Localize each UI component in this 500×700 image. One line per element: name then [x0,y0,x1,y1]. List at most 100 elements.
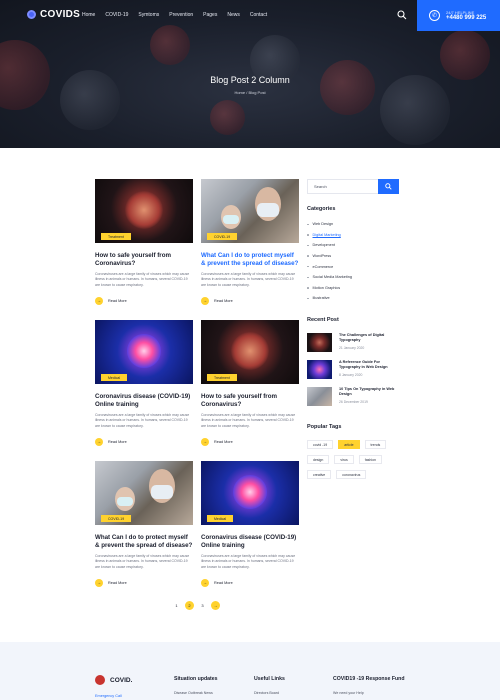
recent-post-item[interactable]: 10 Tips On Typography in Web Design 26 D… [307,387,399,406]
post-excerpt: Coronaviruses are a large family of viru… [95,272,190,287]
virus-decoration [210,100,245,135]
post-image[interactable]: Medical [95,320,193,384]
read-more-link[interactable]: → Read More [95,437,193,446]
site-footer [0,642,500,700]
search-input[interactable]: Search [314,184,327,189]
tag-item[interactable]: trends [364,440,387,449]
post-excerpt: Coronaviruses are a large family of viru… [95,413,190,428]
arrow-right-icon: → [95,578,103,587]
read-more-label: Read More [214,439,233,444]
tag-cloud: covid -19 article trends design virus fa… [307,440,399,479]
recent-post-thumbnail[interactable] [307,360,332,379]
popular-tags-heading: Popular Tags [307,424,342,430]
footer-link[interactable]: Disease Outbreak News [174,691,213,695]
category-item[interactable]: eCommerce [307,261,399,272]
logo-icon [27,10,36,19]
blog-post-card: Medical Coronavirus disease (COVID-19) O… [201,461,299,587]
tag-item[interactable]: creative [307,470,332,479]
read-more-link[interactable]: → Read More [201,437,299,446]
recent-post-heading: Recent Post [307,317,339,323]
blog-post-card: Treatment How to safe yourself from Coro… [95,179,193,305]
tag-item[interactable]: covid -19 [307,440,334,449]
recent-post-title[interactable]: 10 Tips On Typography in Web Design [339,387,399,397]
recent-post-title[interactable]: The Challenges of Digital Typography [339,333,399,343]
footer-link[interactable]: Directors Board [254,691,279,695]
nav-item-symtoms[interactable]: Symtoms [138,12,159,18]
page-1-button[interactable]: 1 [172,601,181,610]
emergency-call-link[interactable]: Emergency Call [95,694,122,698]
post-category-badge[interactable]: Treatment [101,233,131,240]
category-list: Web Design Digital Marketing Development… [307,219,399,304]
category-item[interactable]: Development [307,240,399,251]
helpline-box[interactable]: ✆ 24/7 HELPLINE +4480 999 225 [417,0,500,31]
main-nav: Home COVID-19 Symtoms Prevention Pages N… [82,12,267,18]
sidebar-search[interactable]: Search [307,179,399,194]
post-title[interactable]: How to safe yourself from Coronavirus? [201,393,299,409]
read-more-link[interactable]: → Read More [201,578,299,587]
nav-item-home[interactable]: Home [82,12,95,18]
arrow-right-icon: → [95,437,103,446]
post-title[interactable]: What Can I do to protect myself & preven… [201,252,299,268]
tag-item[interactable]: article [338,440,360,449]
post-title[interactable]: Coronavirus disease (COVID-19) Online tr… [201,534,299,550]
footer-link[interactable]: We need your Help [333,691,364,695]
page-3-button[interactable]: 3 [198,601,207,610]
virus-decoration [380,75,450,145]
hero-banner: COVIDS Home COVID-19 Symtoms Prevention … [0,0,500,148]
recent-post-thumbnail[interactable] [307,387,332,406]
post-category-badge[interactable]: COVID-19 [207,233,238,240]
category-item[interactable]: Social Media Marketing [307,272,399,283]
page-2-button[interactable]: 2 [185,601,194,610]
category-item[interactable]: WordPress [307,251,399,262]
search-icon[interactable] [397,10,407,20]
post-image[interactable]: COVID-19 [95,461,193,525]
read-more-link[interactable]: → Read More [95,578,193,587]
recent-post-title[interactable]: A Reference Guide For Typography in Web … [339,360,399,370]
category-item[interactable]: Illustrative [307,293,399,304]
footer-logo[interactable]: COVID. [95,675,132,685]
blog-post-card: Medical Coronavirus disease (COVID-19) O… [95,320,193,446]
next-page-button[interactable]: → [211,601,220,610]
tag-item[interactable]: coronavirus [336,470,367,479]
post-category-badge[interactable]: COVID-19 [101,515,132,522]
search-button[interactable] [378,179,399,194]
tag-item[interactable]: design [307,455,330,464]
recent-post-date: 21 January 2020 [339,346,365,350]
post-title[interactable]: Coronavirus disease (COVID-19) Online tr… [95,393,193,409]
nav-item-pages[interactable]: Pages [203,12,217,18]
category-item[interactable]: Motion Graphics [307,283,399,294]
categories-heading: Categories [307,206,336,212]
nav-item-contact[interactable]: Contact [250,12,267,18]
post-image[interactable]: Medical [201,461,299,525]
nav-item-prevention[interactable]: Prevention [169,12,193,18]
recent-post-item[interactable]: The Challenges of Digital Typography 21 … [307,333,399,352]
tag-item[interactable]: virus [334,455,354,464]
recent-post-thumbnail[interactable] [307,333,332,352]
recent-post-item[interactable]: A Reference Guide For Typography in Web … [307,360,399,379]
post-image[interactable]: Treatment [95,179,193,243]
site-logo[interactable]: COVIDS [27,9,80,20]
post-image[interactable]: Treatment [201,320,299,384]
footer-heading-situation: Situation updates [174,676,218,682]
footer-heading-useful-links: Useful Links [254,676,285,682]
category-item[interactable]: Digital Marketing [307,230,399,241]
post-category-badge[interactable]: Medical [101,374,128,381]
post-image[interactable]: COVID-19 [201,179,299,243]
helpline-number: +4480 999 225 [446,15,487,21]
post-category-badge[interactable]: Medical [207,515,234,522]
post-title[interactable]: What Can I do to protect myself & preven… [95,534,193,550]
category-item[interactable]: Web Design [307,219,399,230]
read-more-link[interactable]: → Read More [95,296,193,305]
tag-item[interactable]: fashion [358,455,383,464]
search-icon [385,183,392,190]
recent-post-date: 26 December 2019 [339,400,368,404]
nav-item-covid[interactable]: COVID-19 [105,12,128,18]
footer-heading-response-fund: COVID19 -19 Response Fund [333,676,405,682]
nav-item-news[interactable]: News [227,12,240,18]
read-more-link[interactable]: → Read More [201,296,299,305]
post-excerpt: Coronaviruses are a large family of viru… [201,272,296,287]
phone-icon: ✆ [429,10,440,21]
post-category-badge[interactable]: Treatment [207,374,237,381]
post-excerpt: Coronaviruses are a large family of viru… [95,554,190,569]
post-title[interactable]: How to safe yourself from Coronavirus? [95,252,193,268]
